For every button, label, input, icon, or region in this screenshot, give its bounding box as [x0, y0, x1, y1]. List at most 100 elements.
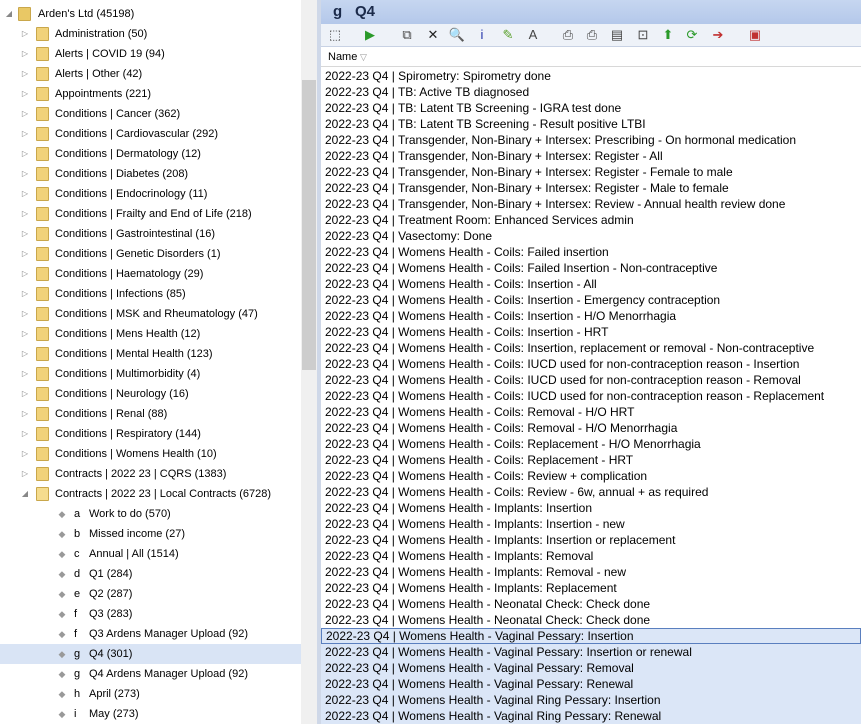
list-item[interactable]: 2022-23 Q4 | Transgender, Non-Binary + I…: [321, 164, 861, 180]
tree-folder[interactable]: ▷ Conditions | Respiratory (144): [0, 424, 301, 444]
expand-arrow-icon[interactable]: ▷: [20, 244, 30, 264]
expand-arrow-icon[interactable]: ▷: [20, 204, 30, 224]
scrollbar-thumb[interactable]: [302, 80, 316, 370]
expand-arrow-icon[interactable]: ▷: [20, 64, 30, 84]
list-item[interactable]: 2022-23 Q4 | Transgender, Non-Binary + I…: [321, 148, 861, 164]
tree-folder[interactable]: ▷ Conditions | Gastrointestinal (16): [0, 224, 301, 244]
tree-folder[interactable]: ▷ Conditions | Frailty and End of Life (2…: [0, 204, 301, 224]
tree-folder[interactable]: ▷ Conditions | Infections (85): [0, 284, 301, 304]
tree-search-item[interactable]: ◆ f Q3 (283): [0, 604, 301, 624]
expand-arrow-icon[interactable]: ▷: [20, 324, 30, 344]
tree-folder[interactable]: ▷ Conditions | Womens Health (10): [0, 444, 301, 464]
list-item[interactable]: 2022-23 Q4 | Womens Health - Coils: Revi…: [321, 484, 861, 500]
list-item[interactable]: 2022-23 Q4 | Womens Health - Coils: Inse…: [321, 292, 861, 308]
print-icon[interactable]: ⎙: [559, 26, 577, 44]
list-item[interactable]: 2022-23 Q4 | Womens Health - Neonatal Ch…: [321, 612, 861, 628]
expand-arrow-icon[interactable]: ▷: [20, 164, 30, 184]
expand-arrow-icon[interactable]: ▷: [20, 224, 30, 244]
list-item[interactable]: 2022-23 Q4 | Womens Health - Coils: Remo…: [321, 420, 861, 436]
list-item[interactable]: 2022-23 Q4 | Womens Health - Coils: Remo…: [321, 404, 861, 420]
tree-folder[interactable]: ▷ Conditions | Cardiovascular (292): [0, 124, 301, 144]
expand-arrow-icon[interactable]: ▷: [20, 264, 30, 284]
tree-folder[interactable]: ▷ Conditions | Multimorbidity (4): [0, 364, 301, 384]
refresh-icon[interactable]: ⟳: [683, 26, 701, 44]
list-item[interactable]: 2022-23 Q4 | Womens Health - Coils: Repl…: [321, 436, 861, 452]
run-icon[interactable]: ▶: [361, 26, 379, 44]
tree-folder[interactable]: ▷ Alerts | Other (42): [0, 64, 301, 84]
expand-arrow-icon[interactable]: ▷: [20, 184, 30, 204]
tree-search-item[interactable]: ◆ h April (273): [0, 684, 301, 704]
tree-folder[interactable]: ▷ Conditions | Renal (88): [0, 404, 301, 424]
tree-folder[interactable]: ▷ Contracts | 2022 23 | CQRS (1383): [0, 464, 301, 484]
expand-arrow-icon[interactable]: ▷: [20, 44, 30, 64]
font-icon[interactable]: A: [524, 26, 542, 44]
expand-arrow-icon[interactable]: ▷: [20, 464, 30, 484]
column-header-name[interactable]: Name ▽: [321, 48, 861, 67]
list-item[interactable]: 2022-23 Q4 | Womens Health - Coils: Inse…: [321, 276, 861, 292]
list-item[interactable]: 2022-23 Q4 | Womens Health - Vaginal Pes…: [321, 644, 861, 660]
expand-arrow-icon[interactable]: ▷: [20, 404, 30, 424]
collapse-arrow-icon[interactable]: ◢: [20, 484, 30, 504]
list-item[interactable]: 2022-23 Q4 | Spirometry: Spirometry done: [321, 68, 861, 84]
tree-folder[interactable]: ▷ Appointments (221): [0, 84, 301, 104]
expand-arrow-icon[interactable]: ▷: [20, 144, 30, 164]
list-item[interactable]: 2022-23 Q4 | Womens Health - Implants: R…: [321, 548, 861, 564]
tree-search-item[interactable]: ◆ f Q3 Ardens Manager Upload (92): [0, 624, 301, 644]
list-item[interactable]: 2022-23 Q4 | Vasectomy: Done: [321, 228, 861, 244]
tree-search-item[interactable]: ◆ d Q1 (284): [0, 564, 301, 584]
tree-folder[interactable]: ▷ Conditions | MSK and Rheumatology (47): [0, 304, 301, 324]
list-item[interactable]: 2022-23 Q4 | Womens Health - Coils: Inse…: [321, 308, 861, 324]
tree-folder[interactable]: ▷ Conditions | Mens Health (12): [0, 324, 301, 344]
expand-arrow-icon[interactable]: ▷: [20, 84, 30, 104]
tree-search-item[interactable]: ◆ a Work to do (570): [0, 504, 301, 524]
list-item[interactable]: 2022-23 Q4 | Transgender, Non-Binary + I…: [321, 180, 861, 196]
edit-icon[interactable]: ✎: [499, 26, 517, 44]
delete-icon[interactable]: ✕: [424, 26, 442, 44]
list-item[interactable]: 2022-23 Q4 | Womens Health - Vaginal Rin…: [321, 708, 861, 724]
list-item[interactable]: 2022-23 Q4 | Womens Health - Implants: R…: [321, 564, 861, 580]
tree-folder[interactable]: ▷ Alerts | COVID 19 (94): [0, 44, 301, 64]
list-item[interactable]: 2022-23 Q4 | Womens Health - Vaginal Rin…: [321, 692, 861, 708]
forward-icon[interactable]: ➔: [709, 26, 727, 44]
expand-arrow-icon[interactable]: ▷: [20, 424, 30, 444]
info-icon[interactable]: i: [473, 26, 491, 44]
list-item[interactable]: 2022-23 Q4 | Womens Health - Coils: Fail…: [321, 260, 861, 276]
list-item[interactable]: 2022-23 Q4 | Womens Health - Coils: IUCD…: [321, 388, 861, 404]
tree-search-item[interactable]: ◆ e Q2 (287): [0, 584, 301, 604]
tree-folder[interactable]: ▷ Conditions | Dermatology (12): [0, 144, 301, 164]
expand-arrow-icon[interactable]: ▷: [20, 24, 30, 44]
list-item[interactable]: 2022-23 Q4 | Womens Health - Coils: Inse…: [321, 340, 861, 356]
tree-search-item[interactable]: ◆ c Annual | All (1514): [0, 544, 301, 564]
list-item[interactable]: 2022-23 Q4 | Womens Health - Coils: Fail…: [321, 244, 861, 260]
list-item[interactable]: 2022-23 Q4 | Womens Health - Vaginal Pes…: [321, 676, 861, 692]
list-item[interactable]: 2022-23 Q4 | TB: Latent TB Screening - I…: [321, 100, 861, 116]
list-item[interactable]: 2022-23 Q4 | Womens Health - Coils: Repl…: [321, 452, 861, 468]
expand-arrow-icon[interactable]: ▷: [20, 124, 30, 144]
tree-folder[interactable]: ▷ Conditions | Haematology (29): [0, 264, 301, 284]
tree-folder[interactable]: ▷ Conditions | Mental Health (123): [0, 344, 301, 364]
list-item[interactable]: 2022-23 Q4 | Womens Health - Implants: I…: [321, 500, 861, 516]
list-item[interactable]: 2022-23 Q4 | Womens Health - Coils: Inse…: [321, 324, 861, 340]
tree-folder[interactable]: ▷ Administration (50): [0, 24, 301, 44]
report-icon[interactable]: ▤: [608, 26, 626, 44]
list-item[interactable]: 2022-23 Q4 | TB: Latent TB Screening - R…: [321, 116, 861, 132]
tree-search-item[interactable]: ◆ i May (273): [0, 704, 301, 724]
print-all-icon[interactable]: ⎙: [583, 26, 601, 44]
expand-arrow-icon[interactable]: ▷: [20, 304, 30, 324]
tree-root[interactable]: ◢ Arden's Ltd (45198): [0, 4, 301, 24]
collapse-arrow-icon[interactable]: ◢: [4, 4, 14, 24]
expand-arrow-icon[interactable]: ▷: [20, 344, 30, 364]
list-item[interactable]: 2022-23 Q4 | Womens Health - Vaginal Pes…: [321, 660, 861, 676]
list-item[interactable]: 2022-23 Q4 | Transgender, Non-Binary + I…: [321, 132, 861, 148]
tree-scrollbar[interactable]: [301, 0, 317, 724]
list-item[interactable]: 2022-23 Q4 | Womens Health - Neonatal Ch…: [321, 596, 861, 612]
tree-folder-open[interactable]: ◢ Contracts | 2022 23 | Local Contracts (…: [0, 484, 301, 504]
tree-folder[interactable]: ▷ Conditions | Genetic Disorders (1): [0, 244, 301, 264]
filter-icon[interactable]: ▽: [360, 48, 367, 66]
select-icon[interactable]: ⬚: [326, 26, 344, 44]
list-item[interactable]: 2022-23 Q4 | Womens Health - Coils: IUCD…: [321, 372, 861, 388]
move-up-icon[interactable]: ⬆: [659, 26, 677, 44]
expand-arrow-icon[interactable]: ▷: [20, 104, 30, 124]
expand-arrow-icon[interactable]: ▷: [20, 444, 30, 464]
list-item[interactable]: 2022-23 Q4 | Treatment Room: Enhanced Se…: [321, 212, 861, 228]
